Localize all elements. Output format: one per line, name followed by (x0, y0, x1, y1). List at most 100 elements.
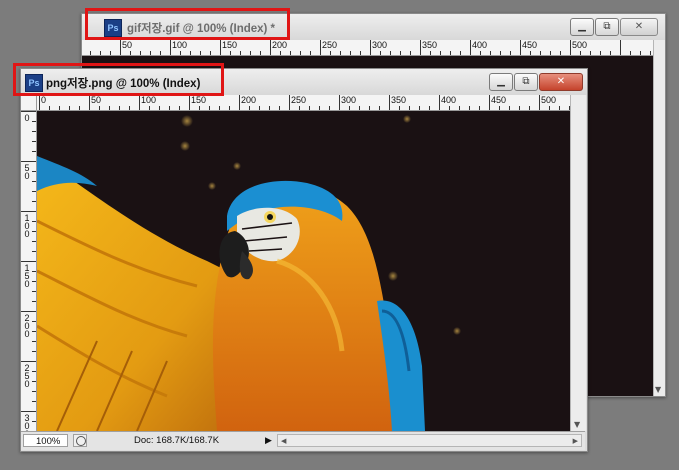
ruler-tick (120, 40, 121, 55)
document-canvas[interactable] (37, 111, 570, 431)
ruler-label: 150 (222, 40, 238, 50)
ruler-tick (110, 51, 111, 55)
ruler-label: 250 (24, 363, 30, 389)
annotation-highlight-png-title (13, 63, 224, 96)
ruler-tick (140, 51, 141, 55)
ruler-tick (350, 51, 351, 55)
document-window-png[interactable]: Ps png저장.png @ 100% (Index) ▁ ⧉ ✕ 0 50 100… (20, 68, 588, 452)
ruler-tick (480, 51, 481, 55)
scroll-down-arrow-icon[interactable]: ▼ (655, 385, 661, 394)
vertical-scrollbar[interactable]: ▼ (653, 40, 665, 396)
ruler-tick (32, 241, 36, 242)
ruler-tick (32, 221, 36, 222)
ruler-tick (379, 106, 380, 110)
ruler-tick (39, 95, 40, 110)
ruler-tick (240, 51, 241, 55)
horizontal-ruler[interactable]: 0 50 100 150 200 250 300 350 400 450 500 (37, 95, 570, 111)
ruler-tick (32, 151, 36, 152)
ruler-tick (119, 106, 120, 110)
ruler-tick (450, 51, 451, 55)
vertical-ruler[interactable]: 0 50 100 150 200 250 300 (21, 111, 37, 431)
ruler-tick (570, 40, 571, 55)
ruler-tick (530, 51, 531, 55)
ruler-label: 500 (541, 95, 557, 105)
ruler-tick (32, 381, 36, 382)
ruler-tick (32, 181, 36, 182)
ruler-tick (32, 121, 36, 122)
ruler-tick (230, 51, 231, 55)
ruler-tick (32, 401, 36, 402)
ruler-tick (59, 106, 60, 110)
ruler-tick (32, 171, 36, 172)
ruler-tick (32, 351, 36, 352)
ruler-origin-corner[interactable] (21, 95, 37, 111)
ruler-tick (529, 106, 530, 110)
ruler-label: 150 (191, 95, 207, 105)
restore-button[interactable]: ⧉ (595, 18, 619, 36)
ruler-label: 100 (172, 40, 188, 50)
ruler-tick (159, 106, 160, 110)
ruler-tick (21, 211, 36, 212)
ruler-tick (139, 95, 140, 110)
ruler-tick (32, 271, 36, 272)
ruler-label: 0 (41, 95, 47, 105)
ruler-tick (179, 106, 180, 110)
ruler-tick (539, 95, 540, 110)
ruler-tick (32, 371, 36, 372)
ruler-tick (32, 301, 36, 302)
vertical-scrollbar[interactable]: ▼ (570, 95, 586, 431)
ruler-label: 200 (24, 313, 30, 339)
ruler-label: 300 (341, 95, 357, 105)
restore-button[interactable]: ⧉ (514, 73, 538, 91)
ruler-tick (349, 106, 350, 110)
close-button[interactable]: ✕ (620, 18, 658, 36)
ruler-tick (590, 51, 591, 55)
ruler-tick (550, 51, 551, 55)
status-menu-arrow-icon[interactable]: ▶ (265, 434, 272, 447)
ruler-tick (389, 95, 390, 110)
ruler-tick (99, 106, 100, 110)
ruler-tick (500, 51, 501, 55)
ruler-tick (540, 51, 541, 55)
close-button[interactable]: ✕ (539, 73, 583, 91)
ruler-tick (469, 106, 470, 110)
annotation-highlight-gif-title (85, 8, 290, 40)
ruler-label: 200 (241, 95, 257, 105)
ruler-tick (520, 40, 521, 55)
ruler-tick (380, 51, 381, 55)
ruler-tick (509, 106, 510, 110)
ruler-tick (49, 106, 50, 110)
horizontal-scrollbar[interactable]: ◀ ▶ (277, 434, 582, 447)
ruler-label: 350 (422, 40, 438, 50)
ruler-tick (449, 106, 450, 110)
scroll-right-arrow-icon[interactable]: ▶ (573, 435, 578, 448)
scroll-down-arrow-icon[interactable]: ▼ (574, 420, 580, 429)
ruler-tick (369, 106, 370, 110)
ruler-tick (640, 51, 641, 55)
ruler-tick (21, 411, 36, 412)
ruler-tick (209, 106, 210, 110)
ruler-tick (239, 95, 240, 110)
ruler-tick (470, 40, 471, 55)
ruler-tick (279, 106, 280, 110)
ruler-tick (190, 51, 191, 55)
status-options-icon[interactable] (73, 434, 87, 447)
zoom-level-field[interactable]: 100% (23, 434, 68, 447)
ruler-label: 50 (24, 163, 30, 181)
minimize-button[interactable]: ▁ (489, 73, 513, 91)
ruler-tick (289, 95, 290, 110)
ruler-label: 450 (522, 40, 538, 50)
ruler-tick (429, 106, 430, 110)
scroll-left-arrow-icon[interactable]: ◀ (281, 435, 286, 448)
ruler-tick (329, 106, 330, 110)
parrot-image (37, 115, 461, 431)
ruler-tick (620, 40, 621, 55)
ruler-tick (32, 421, 36, 422)
ruler-tick (21, 361, 36, 362)
ruler-tick (32, 321, 36, 322)
ruler-tick (300, 51, 301, 55)
ruler-label: 350 (391, 95, 407, 105)
ruler-tick (370, 40, 371, 55)
horizontal-ruler[interactable]: 50 100 150 200 250 300 350 400 450 500 (82, 40, 653, 56)
minimize-button[interactable]: ▁ (570, 18, 594, 36)
